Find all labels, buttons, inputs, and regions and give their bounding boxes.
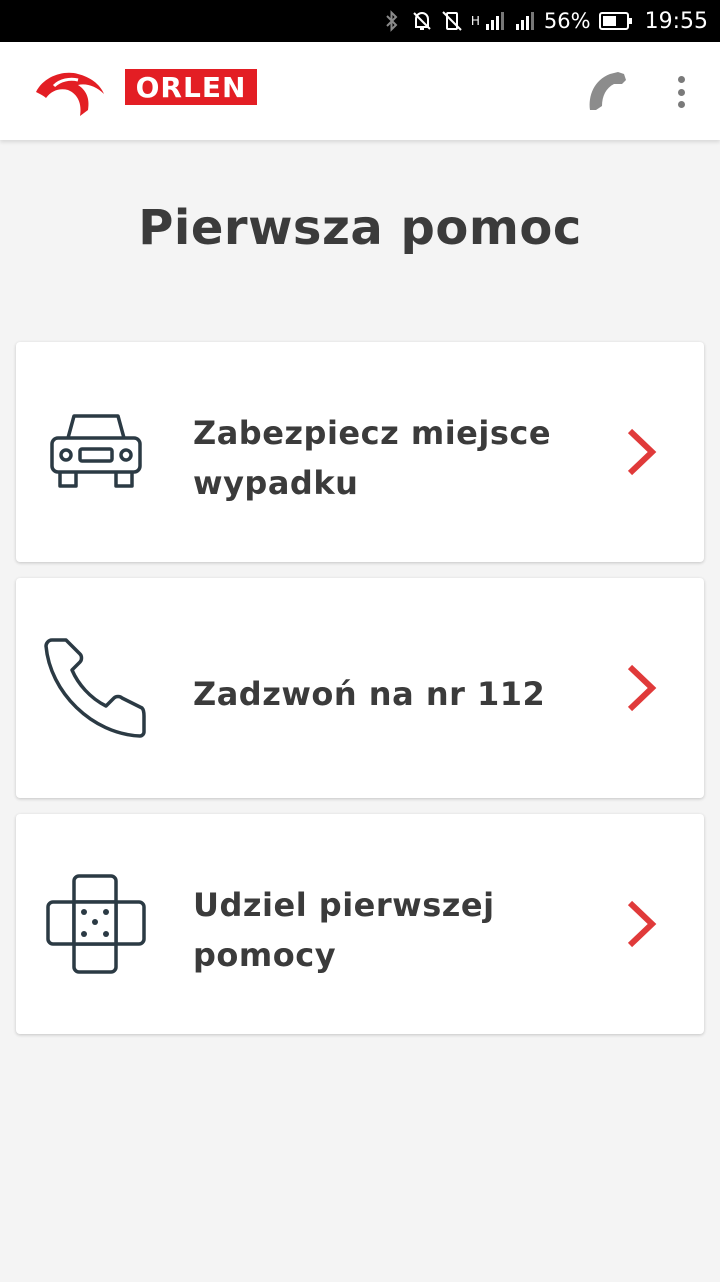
phone-icon [584, 72, 632, 118]
car-icon [44, 400, 148, 504]
bandage-icon [44, 872, 148, 976]
chevron-right-icon [622, 899, 662, 949]
call-button[interactable] [584, 70, 632, 114]
vibrate-off-icon [441, 10, 463, 32]
list-item-label: Udziel pierwszej pomocy [193, 886, 495, 974]
mute-icon [411, 10, 433, 32]
list-item-give-first-aid[interactable]: Udziel pierwszej pomocy [16, 814, 704, 1034]
bluetooth-icon [381, 10, 403, 32]
battery-icon [598, 10, 633, 32]
battery-percent: 56% [543, 9, 591, 33]
overflow-menu-button[interactable] [666, 72, 696, 112]
signal-icon [514, 10, 536, 32]
signal-icon [484, 10, 506, 32]
orlen-eagle-logo-icon [34, 66, 106, 118]
orlen-brand-logo: ORLEN [125, 69, 257, 105]
more-vert-icon [677, 76, 685, 83]
list-item-call-112[interactable]: Zadzwoń na nr 112 [16, 578, 704, 798]
list-item-label: Zabezpiecz miejsce wypadku [193, 414, 552, 502]
app-bar: ORLEN [0, 42, 720, 140]
list-item-secure-accident-scene[interactable]: Zabezpiecz miejsce wypadku [16, 342, 704, 562]
network-type-label: H [470, 14, 480, 28]
phone-icon [44, 636, 148, 740]
chevron-right-icon [622, 663, 662, 713]
chevron-right-icon [622, 427, 662, 477]
status-bar: H 56% 19:55 [0, 0, 720, 42]
page-title: Pierwsza pomoc [138, 200, 582, 256]
clock: 19:55 [644, 8, 708, 34]
list-item-label: Zadzwoń na nr 112 [193, 675, 546, 713]
